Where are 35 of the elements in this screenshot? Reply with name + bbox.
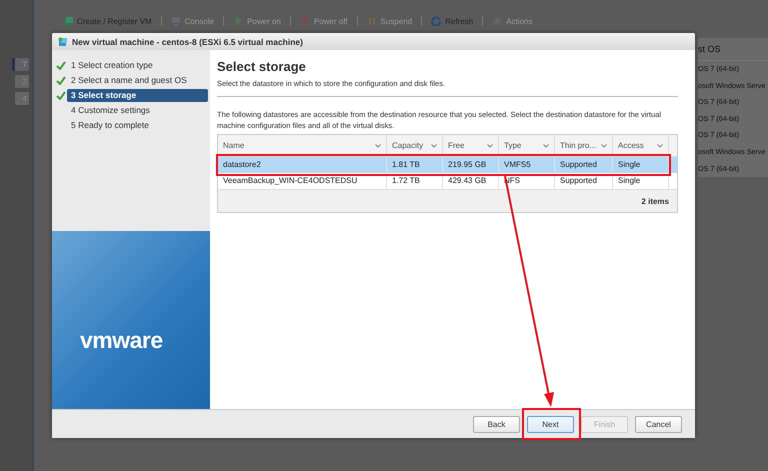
- item-count: 2 items: [641, 196, 669, 206]
- dialog-button[interactable]: Next: [527, 416, 574, 432]
- highlight-frame: [522, 408, 581, 440]
- dialog-button[interactable]: Back: [473, 416, 520, 432]
- column-header[interactable]: st OS: [698, 38, 768, 61]
- column-header[interactable]: Name: [218, 135, 387, 156]
- chevron-down-icon: [543, 144, 549, 148]
- window-title: New virtual machine - centos-8 (ESXi 6.5 virtual machine): [72, 36, 303, 46]
- chevron-down-icon: [375, 144, 381, 148]
- column-header[interactable]: Free: [443, 135, 499, 156]
- wizard-step[interactable]: 1 Select creation type: [67, 59, 208, 72]
- play-icon: [233, 16, 244, 26]
- column-header[interactable]: Access: [613, 135, 669, 156]
- gear-icon: [492, 16, 502, 26]
- dialog-button[interactable]: Cancel: [635, 416, 682, 432]
- vmware-logo: vmware: [80, 326, 163, 354]
- stop-icon: [300, 16, 310, 26]
- column-header[interactable]: Thin pro...: [555, 135, 613, 156]
- chevron-down-icon: [487, 144, 493, 148]
- wizard-step[interactable]: 3 Select storage: [67, 89, 208, 102]
- column-header[interactable]: Type: [499, 135, 555, 156]
- wizard-step[interactable]: 2 Select a name and guest OS: [67, 74, 208, 87]
- chevron-down-icon: [431, 144, 437, 148]
- vm-icon: [63, 16, 73, 26]
- wizard-step[interactable]: 4 Customize settings: [67, 104, 208, 117]
- monitor-icon: [170, 16, 181, 26]
- page-heading: Select storage: [217, 59, 307, 74]
- column-header[interactable]: Capacity: [387, 135, 443, 156]
- wizard-step[interactable]: 5 Ready to complete: [67, 119, 208, 132]
- chevron-down-icon: [657, 144, 663, 148]
- chevron-down-icon: [601, 144, 607, 148]
- pause-icon: [366, 16, 377, 26]
- table-row[interactable]: datastore2 1.81 TB 219.95 GB VMFS5 Supported Single: [218, 157, 677, 173]
- vm-icon: [58, 36, 68, 46]
- refresh-icon: [431, 16, 442, 26]
